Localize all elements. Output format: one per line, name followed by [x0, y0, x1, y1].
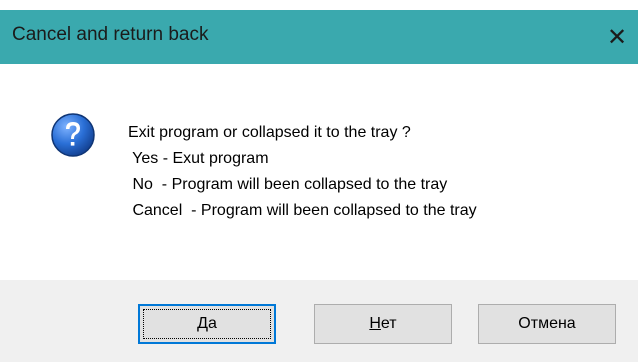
message-line: Cancel - Program will been collapsed to … — [128, 202, 477, 219]
dialog-content: Exit program or collapsed it to the tray… — [0, 64, 638, 280]
window-title: Cancel and return back — [12, 24, 209, 45]
no-button-label: Нет — [369, 315, 397, 332]
message-line: No - Program will been collapsed to the … — [128, 176, 448, 193]
yes-button[interactable]: Да — [138, 304, 276, 344]
message-line: Yes - Exut program — [128, 150, 269, 167]
question-icon — [51, 113, 95, 157]
button-bar: Да Нет Отмена — [0, 280, 638, 362]
no-button[interactable]: Нет — [314, 304, 452, 344]
cancel-button-label: Отмена — [518, 315, 576, 332]
message-dialog: Cancel and return back ✕ Exit program or… — [0, 0, 638, 362]
close-button[interactable]: ✕ — [596, 10, 638, 64]
yes-button-label: Да — [197, 315, 217, 332]
message-line: Exit program or collapsed it to the tray… — [128, 124, 411, 141]
title-bar: Cancel and return back ✕ — [0, 10, 638, 64]
cancel-button[interactable]: Отмена — [478, 304, 616, 344]
close-icon: ✕ — [606, 23, 628, 51]
message-text: Exit program or collapsed it to the tray… — [128, 120, 477, 224]
